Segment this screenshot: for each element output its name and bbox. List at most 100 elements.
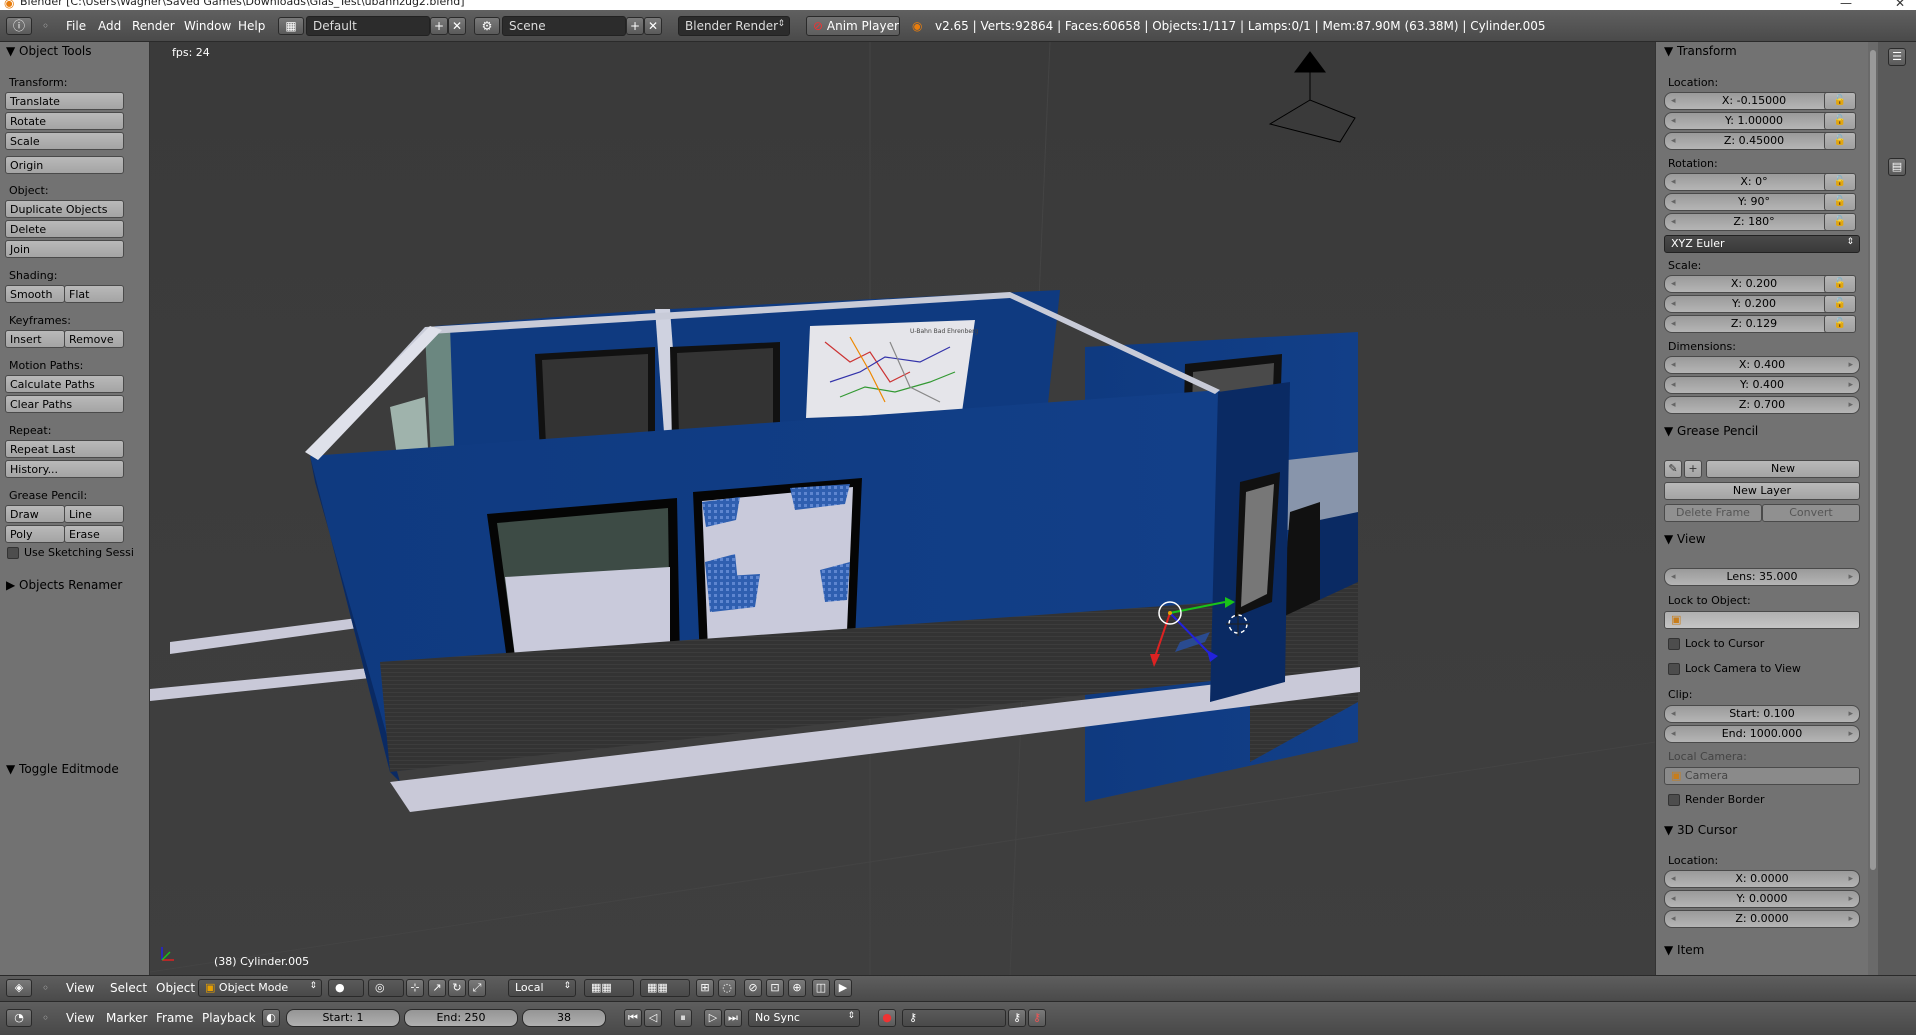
rotate-button[interactable]: Rotate [5, 112, 124, 130]
history-button[interactable]: History... [5, 460, 124, 478]
preview-range-icon[interactable]: ◐ [262, 1009, 280, 1027]
scale-y-field[interactable]: Y: 0.200 [1664, 295, 1844, 313]
current-frame-field[interactable]: 38 [522, 1009, 606, 1027]
collapse-menu-icon[interactable]: ◦ [42, 981, 49, 995]
lock-camera-to-view-checkbox[interactable]: Lock Camera to View [1668, 662, 1801, 675]
translate-button[interactable]: Translate [5, 92, 124, 110]
menu-select[interactable]: Select [110, 981, 147, 995]
lock-location-x-icon[interactable]: 🔓 [1824, 92, 1856, 110]
grease-pencil-panel-header[interactable]: ▼ Grease Pencil [1664, 424, 1758, 438]
close-icon[interactable]: ✕ [1895, 0, 1905, 10]
clear-paths-button[interactable]: Clear Paths [5, 395, 124, 413]
keying-set-field[interactable]: ⚷ [902, 1009, 1006, 1027]
lock-rotation-z-icon[interactable]: 🔓 [1824, 213, 1856, 231]
screen-layout-field[interactable]: Default [306, 16, 430, 36]
remove-keyframe-button[interactable]: Remove [64, 330, 124, 348]
viewport-shading-dropdown[interactable]: ● [328, 979, 364, 997]
properties-editor-icon[interactable]: ▤ [1888, 158, 1906, 176]
calculate-paths-button[interactable]: Calculate Paths [5, 375, 124, 393]
lock-layers-icon[interactable]: ⊞ [696, 979, 714, 997]
translate-manipulator-icon[interactable]: ↗ [428, 979, 446, 997]
location-z-field[interactable]: Z: 0.45000 [1664, 132, 1844, 150]
sync-mode-dropdown[interactable]: No Sync ⇕ [748, 1009, 860, 1027]
gp-new-button[interactable]: New [1706, 460, 1860, 478]
objects-renamer-header[interactable]: ▶ Objects Renamer [6, 578, 122, 592]
end-frame-field[interactable]: End: 250 [404, 1009, 518, 1027]
menu-object[interactable]: Object [156, 981, 195, 995]
timeline-menu-view[interactable]: View [66, 1011, 94, 1025]
object-tools-header[interactable]: ▼ Object Tools [6, 44, 92, 58]
lock-location-z-icon[interactable]: 🔓 [1824, 132, 1856, 150]
pivot-point-dropdown[interactable]: ◎ [368, 979, 404, 997]
gp-add-icon[interactable]: + [1684, 460, 1702, 478]
lens-field[interactable]: Lens: 35.000 [1664, 568, 1860, 586]
minimize-icon[interactable]: — [1840, 0, 1852, 10]
erase-button[interactable]: Erase [64, 525, 124, 543]
scene-icon[interactable]: ⚙ [474, 17, 500, 35]
anim-player-button[interactable]: ⊘ Anim Player [806, 16, 900, 36]
jump-keyframe-forward-icon[interactable]: ▷ [704, 1009, 722, 1027]
rotation-z-field[interactable]: Z: 180° [1664, 213, 1844, 231]
insert-keyframe-button[interactable]: Insert [5, 330, 65, 348]
timeline-menu-frame[interactable]: Frame [156, 1011, 193, 1025]
gp-convert-button[interactable]: Convert [1762, 504, 1860, 522]
add-screen-icon[interactable]: + [430, 17, 448, 35]
lock-rotation-x-icon[interactable]: 🔓 [1824, 173, 1856, 191]
rotation-x-field[interactable]: X: 0° [1664, 173, 1844, 191]
record-icon[interactable]: ● [878, 1009, 896, 1027]
layers-group-1[interactable]: ▦▦ [584, 979, 634, 997]
toggle-editmode-header[interactable]: ▼ Toggle Editmode [6, 762, 119, 776]
menu-render[interactable]: Render [132, 19, 175, 33]
lock-rotation-y-icon[interactable]: 🔓 [1824, 193, 1856, 211]
dimension-x-field[interactable]: X: 0.400 [1664, 356, 1860, 374]
poly-button[interactable]: Poly [5, 525, 65, 543]
start-frame-field[interactable]: Start: 1 [286, 1009, 400, 1027]
render-still-icon[interactable]: ◫ [812, 979, 830, 997]
local-camera-field[interactable]: ▣ Camera [1664, 767, 1860, 785]
dimension-z-field[interactable]: Z: 0.700 [1664, 396, 1860, 414]
clip-start-field[interactable]: Start: 0.100 [1664, 705, 1860, 723]
menu-add[interactable]: Add [98, 19, 121, 33]
location-y-field[interactable]: Y: 1.00000 [1664, 112, 1844, 130]
editor-type-3d-icon[interactable]: ◈ [6, 979, 32, 997]
transform-orientation-dropdown[interactable]: Local ⇕ [508, 979, 576, 997]
flat-button[interactable]: Flat [64, 285, 124, 303]
manipulator-toggle-icon[interactable]: ⊹ [406, 979, 424, 997]
rotation-y-field[interactable]: Y: 90° [1664, 193, 1844, 211]
delete-keyframe-icon[interactable]: ⚷ [1028, 1009, 1046, 1027]
transform-panel-header[interactable]: ▼ Transform [1664, 44, 1737, 58]
view-panel-header[interactable]: ▼ View [1664, 532, 1706, 546]
remove-scene-icon[interactable]: ✕ [644, 17, 662, 35]
lock-location-y-icon[interactable]: 🔓 [1824, 112, 1856, 130]
collapse-menu-icon[interactable]: ◦ [42, 1011, 49, 1025]
draw-button[interactable]: Draw [5, 505, 65, 523]
editor-type-info-icon[interactable]: ⓘ [6, 17, 32, 35]
3d-cursor-panel-header[interactable]: ▼ 3D Cursor [1664, 823, 1737, 837]
location-x-field[interactable]: X: -0.15000 [1664, 92, 1844, 110]
scale-z-field[interactable]: Z: 0.129 [1664, 315, 1844, 333]
cursor-y-field[interactable]: Y: 0.0000 [1664, 890, 1860, 908]
snap-toggle-icon[interactable]: ⊘ [744, 979, 762, 997]
lock-to-object-field[interactable]: ▣ [1664, 611, 1860, 629]
render-border-checkbox[interactable]: Render Border [1668, 793, 1765, 806]
snap-target-icon[interactable]: ⊕ [788, 979, 806, 997]
add-scene-icon[interactable]: + [626, 17, 644, 35]
cursor-z-field[interactable]: Z: 0.0000 [1664, 910, 1860, 928]
menu-help[interactable]: Help [238, 19, 265, 33]
interaction-mode-dropdown[interactable]: ▣ Object Mode ⇕ [198, 979, 322, 997]
jump-end-icon[interactable]: ⏭ [724, 1009, 742, 1027]
screen-layout-icon[interactable]: ▦ [278, 17, 304, 35]
3d-viewport[interactable]: U-Bahn Bad Ehrenberg fps: 24 (38) Cylind… [150, 42, 1655, 975]
delete-button[interactable]: Delete [5, 220, 124, 238]
line-button[interactable]: Line [64, 505, 124, 523]
scale-manipulator-icon[interactable]: ⤢ [468, 979, 486, 997]
scale-x-field[interactable]: X: 0.200 [1664, 275, 1844, 293]
repeat-last-button[interactable]: Repeat Last [5, 440, 124, 458]
proportional-edit-icon[interactable]: ◌ [718, 979, 736, 997]
dimension-y-field[interactable]: Y: 0.400 [1664, 376, 1860, 394]
join-button[interactable]: Join [5, 240, 124, 258]
menu-file[interactable]: File [66, 19, 86, 33]
rotate-manipulator-icon[interactable]: ↻ [448, 979, 466, 997]
cursor-x-field[interactable]: X: 0.0000 [1664, 870, 1860, 888]
jump-start-icon[interactable]: ⏮ [624, 1009, 642, 1027]
